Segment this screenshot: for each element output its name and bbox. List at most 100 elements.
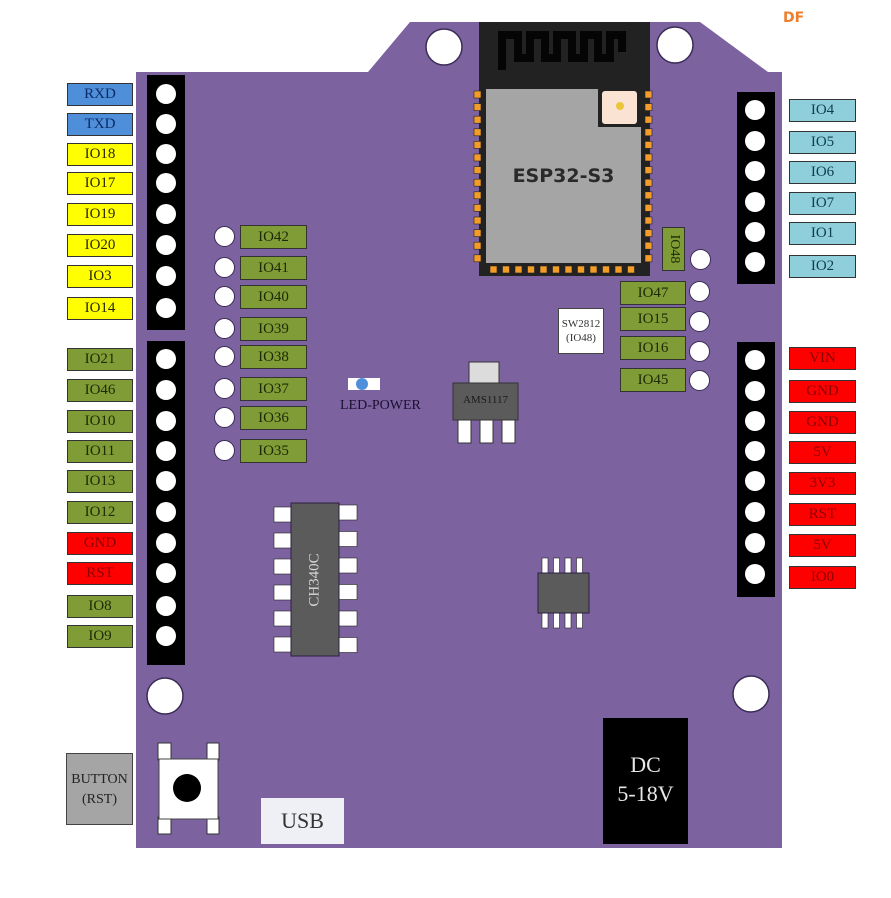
left-header-label: IO3 [67,265,133,288]
esp32-pad [564,265,573,274]
esp32-pad [473,178,482,187]
watermark-logo: DF [783,10,805,26]
gpio-pad-label: IO45 [620,368,686,392]
gpio-pad-label: IO40 [240,285,307,309]
esp32-pad [473,241,482,250]
esp32-pad [539,265,548,274]
regulator-pin-2 [479,418,494,444]
left-header-label: IO19 [67,203,133,226]
ch340c-label: CH340C [291,503,339,656]
left-header-label: IO9 [67,625,133,648]
right-header-label: GND [789,411,856,434]
io48-vertical-label: IO48 [662,227,685,271]
ws2812-label-line2: (IO48) [566,332,596,344]
left-header-label: IO12 [67,501,133,524]
gpio-pad-label: IO42 [240,225,307,249]
header-pin [156,471,176,491]
gpio-pad-label: IO36 [240,406,307,430]
header-pin [745,100,765,120]
reset-button-cap[interactable] [173,774,201,802]
reset-button-leg-tr [206,742,220,761]
usb-label: USB [281,808,324,833]
gpio-pad-label: IO41 [240,256,307,280]
esp32-pad [473,90,482,99]
esp32-pad [473,191,482,200]
header-pin [156,626,176,646]
regulator-tab [468,361,500,385]
esp32-pad [473,216,482,225]
ws2812-label-line1: SW2812 [561,318,601,330]
ch340c-pin [338,557,358,574]
soic8-pin [553,611,560,629]
soic8-pin [564,557,572,575]
gpio-pad [213,317,235,339]
header-pin [745,222,765,242]
esp32-pad [644,204,653,212]
esp32-pad [473,115,482,124]
io48-vertical-text: IO48 [666,234,682,264]
esp32-pad [489,265,498,274]
right-header-label: 3V3 [789,472,856,495]
left-header-label: IO8 [67,595,133,618]
header-pin [745,252,765,272]
ch340c-pin [273,636,293,653]
ws2812-led: SW2812 (IO48) [558,308,604,354]
header-pin [156,349,176,369]
gpio-pad-label: IO37 [240,377,307,401]
esp32-pad [644,128,653,137]
right-header-label: 5V [789,534,856,557]
regulator-label: AMS1117 [462,394,509,406]
right-header-label: VIN [789,347,856,370]
gpio-pad-label: IO47 [620,281,686,305]
left-header-label: IO14 [67,297,133,320]
esp32-pad [644,115,653,124]
dc-jack-label: DC 5-18V [603,750,688,808]
header-pin [156,596,176,616]
reset-button-leg-tl [157,742,172,761]
gpio-pad [213,406,235,428]
esp32-pad [644,229,653,237]
regulator-pin-1 [457,418,472,444]
left-header-label: IO46 [67,379,133,402]
reset-button-leg-bl [157,816,172,835]
header-pin [156,114,176,134]
gpio-pad [213,377,235,399]
header-pin [745,350,765,370]
ch340c-pin [338,504,358,521]
left-header-label: TXD [67,113,133,136]
ch340c-pin [273,610,293,627]
ch340c-pin [338,637,358,653]
ch340c-label-text: CH340C [306,552,323,607]
esp32-pad [589,265,598,274]
right-header-label: IO7 [789,192,856,215]
button-label-line2: (RST) [82,792,117,807]
esp32-pad [473,229,482,237]
left-header-label: IO13 [67,470,133,493]
soic8-body [537,572,590,614]
esp32-pad [602,265,610,274]
esp32-pad [644,153,653,162]
right-header-label: RST [789,503,856,526]
esp32-pad [473,153,482,162]
button-label-line1: BUTTON [71,772,128,787]
ch340c-pin [338,610,358,627]
esp32-pad [644,166,653,174]
header-pin [156,411,176,431]
ch340c-pin [273,584,293,601]
header-pin [156,235,176,255]
power-led-dot [356,378,368,390]
esp32-pad [644,178,653,187]
right-header-label: IO4 [789,99,856,122]
esp32-pad [644,216,653,225]
esp32-pad [527,265,535,274]
right-header-label: IO0 [789,566,856,589]
dc-label-line1: DC [630,752,661,777]
header-pin [745,533,765,553]
gpio-pad [213,439,235,461]
header-pin [156,204,176,224]
left-header-label: RST [67,562,133,585]
esp32-pad [644,191,653,200]
left-header-label: IO17 [67,172,133,195]
mounting-hole-bottom-right [732,675,770,713]
esp32-pad [514,265,523,274]
